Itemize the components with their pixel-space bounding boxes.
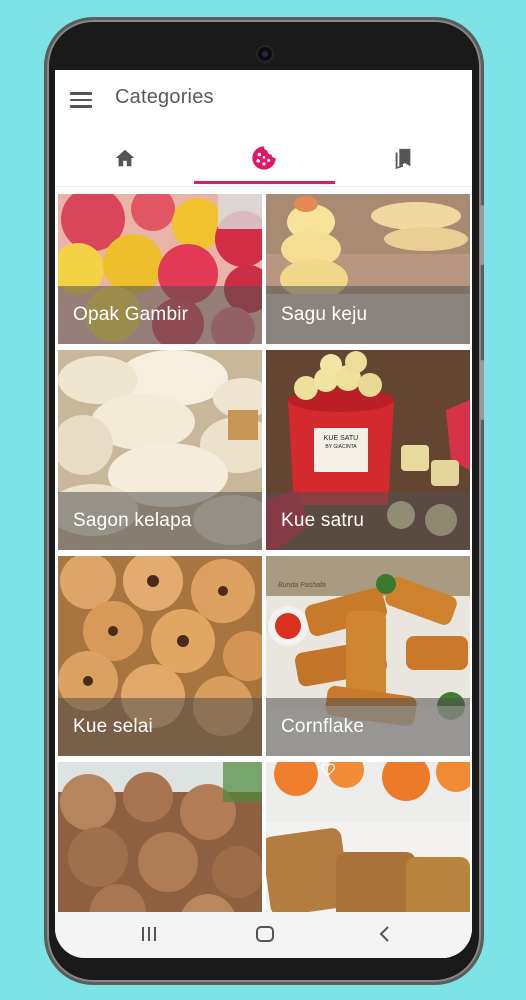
app-bar: Categories bbox=[55, 70, 472, 130]
category-label-bg: Kue selai bbox=[58, 698, 262, 756]
category-card-sagon-kelapa[interactable]: Sagon kelapa bbox=[58, 350, 262, 550]
active-tab-indicator bbox=[194, 181, 335, 184]
system-nav-bar bbox=[55, 912, 472, 958]
back-button[interactable] bbox=[373, 922, 397, 946]
category-label: Kue selai bbox=[73, 716, 153, 737]
recents-icon bbox=[142, 927, 156, 941]
category-grid: Opak Gambir Sagu keju Sagon kelapa KUE S… bbox=[58, 194, 470, 958]
category-card-kue-satru[interactable]: KUE SATU BY GIACINTA Kue satru bbox=[266, 350, 470, 550]
back-icon bbox=[379, 926, 389, 942]
tab-home[interactable] bbox=[55, 130, 194, 186]
category-card-kue-selai[interactable]: Kue selai bbox=[58, 556, 262, 756]
front-camera bbox=[258, 47, 272, 61]
volume-button bbox=[480, 205, 484, 265]
category-label-bg: Opak Gambir bbox=[58, 286, 262, 344]
category-label-bg: Sagu keju bbox=[266, 286, 470, 344]
photo-watermark: Bunda Pashafa bbox=[278, 582, 326, 589]
category-label-bg: Sagon kelapa bbox=[58, 492, 262, 550]
recents-button[interactable] bbox=[137, 922, 161, 946]
category-label-bg: Kue satru bbox=[266, 492, 470, 550]
category-label: Cornflake bbox=[281, 716, 365, 737]
heart-icon bbox=[320, 763, 336, 776]
bucket-label-line2: BY GIACINTA bbox=[325, 444, 357, 450]
bookmarks-icon bbox=[395, 148, 410, 169]
home-circle-icon bbox=[256, 926, 274, 942]
category-card-cornflake[interactable]: Bunda Pashafa Cornflake bbox=[266, 556, 470, 756]
tab-bar bbox=[55, 130, 472, 187]
page-title: Categories bbox=[115, 86, 214, 108]
category-label: Opak Gambir bbox=[73, 304, 189, 325]
home-button[interactable] bbox=[253, 922, 277, 946]
cookie-icon bbox=[251, 146, 276, 170]
category-label: Sagu keju bbox=[281, 304, 368, 325]
category-card-opak-gambir[interactable]: Opak Gambir bbox=[58, 194, 262, 344]
category-label-bg: Cornflake bbox=[266, 698, 470, 756]
power-button bbox=[480, 360, 484, 420]
tab-categories[interactable] bbox=[194, 130, 333, 186]
bucket-label-line1: KUE SATU bbox=[323, 435, 359, 442]
menu-icon[interactable] bbox=[69, 89, 93, 111]
category-label: Sagon kelapa bbox=[73, 510, 192, 531]
bucket-label: KUE SATU BY GIACINTA bbox=[314, 434, 368, 452]
category-card-sagu-keju[interactable]: Sagu keju bbox=[266, 194, 470, 344]
home-icon bbox=[115, 149, 134, 167]
category-label: Kue satru bbox=[281, 510, 365, 531]
tab-bookmarks[interactable] bbox=[333, 130, 472, 186]
app-screen: Categories Opak Gambir Sagu keju Sagon k… bbox=[55, 70, 472, 958]
